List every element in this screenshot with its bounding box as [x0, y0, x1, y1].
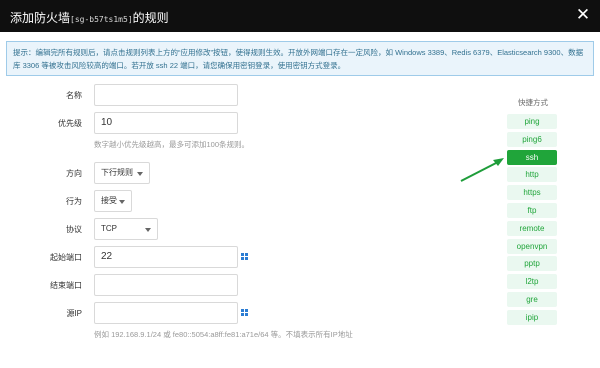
grid-icon[interactable]	[241, 309, 248, 316]
action-value: 接受	[101, 196, 117, 205]
quick-button-http[interactable]: http	[507, 167, 557, 183]
quick-button-gre[interactable]: gre	[507, 292, 557, 307]
direction-select[interactable]: 下行规则	[94, 162, 150, 184]
title-suffix: 的规则	[132, 11, 169, 25]
quick-button-ping[interactable]: ping	[507, 114, 557, 129]
dialog-header: 添加防火墙[sg-b57ts1m5]的规则 ✕	[0, 0, 600, 32]
quick-button-https[interactable]: https	[507, 185, 557, 201]
chevron-down-icon	[119, 200, 125, 204]
quick-button-remote[interactable]: remote	[507, 220, 557, 236]
name-label: 名称	[66, 91, 82, 100]
end-port-input[interactable]	[94, 274, 238, 296]
title-prefix: 添加防火墙	[10, 11, 71, 25]
source-ip-label: 源IP	[66, 309, 82, 318]
grid-icon[interactable]	[241, 253, 248, 260]
close-icon[interactable]: ✕	[574, 6, 592, 24]
quick-button-ping6[interactable]: ping6	[507, 131, 557, 147]
title-id: [sg-b57ts1m5]	[70, 15, 133, 24]
action-select[interactable]: 接受	[94, 190, 132, 212]
chevron-down-icon	[145, 228, 151, 232]
priority-hint: 数字越小优先级越高，最多可添加100条规则。	[94, 140, 250, 149]
source-ip-hint: 例如 192.168.9.1/24 或 fe80::5054:a8ff:fe81…	[94, 330, 353, 339]
action-label: 行为	[66, 197, 82, 206]
name-input[interactable]	[94, 84, 238, 106]
quick-button-ipip[interactable]: ipip	[507, 309, 557, 325]
priority-input[interactable]: 10	[94, 112, 238, 134]
protocol-label: 协议	[66, 225, 82, 234]
notice-box: 提示：编辑完所有规则后，请点击规则列表上方的“应用修改”按钮，使得规则生效。开放…	[6, 41, 594, 76]
quick-button-ftp[interactable]: ftp	[507, 203, 557, 218]
quick-button-ssh[interactable]: ssh	[507, 149, 557, 165]
quick-button-openvpn[interactable]: openvpn	[507, 238, 557, 254]
start-port-input[interactable]: 22	[94, 246, 238, 268]
direction-value: 下行规则	[101, 168, 133, 177]
priority-label: 优先级	[58, 119, 82, 128]
dialog-title: 添加防火墙[sg-b57ts1m5]的规则	[10, 9, 169, 26]
quick-button-l2tp[interactable]: l2tp	[507, 274, 557, 290]
protocol-value: TCP	[101, 224, 117, 233]
chevron-down-icon	[137, 172, 143, 176]
quick-title: 快捷方式	[518, 98, 548, 107]
direction-label: 方向	[66, 169, 82, 178]
quick-button-pptp[interactable]: pptp	[507, 256, 557, 272]
protocol-select[interactable]: TCP	[94, 218, 158, 240]
source-ip-input[interactable]	[94, 302, 238, 324]
start-port-label: 起始端口	[50, 253, 82, 262]
end-port-label: 结束端口	[50, 281, 82, 290]
